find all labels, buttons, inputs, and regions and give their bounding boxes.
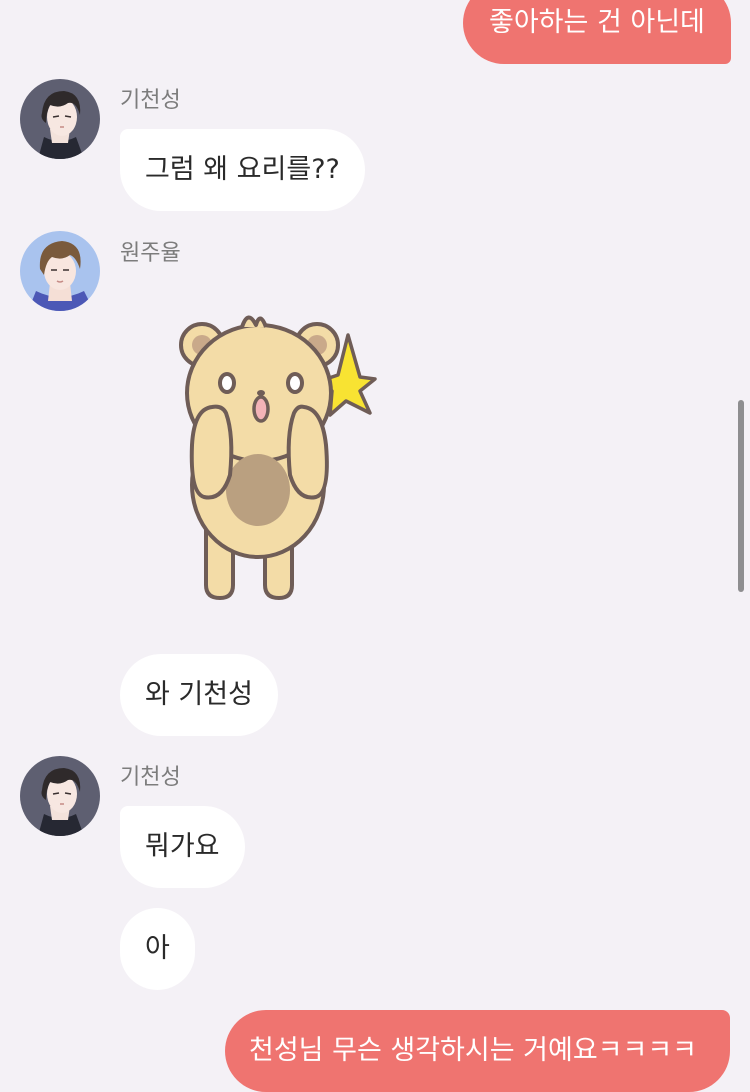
incoming-message-bubble[interactable]: 뭐가요 xyxy=(120,806,245,888)
brown-haired-man-avatar-icon xyxy=(20,231,100,311)
outgoing-message-bubble[interactable]: 천성님 무슨 생각하시는 거예요ㅋㅋㅋㅋ xyxy=(225,1010,730,1092)
sender-avatar[interactable] xyxy=(20,231,100,311)
sender-name: 원주율 xyxy=(120,241,181,266)
scrollbar-thumb[interactable] xyxy=(738,400,744,592)
dark-haired-man-avatar-icon xyxy=(20,756,100,836)
sender-name: 기천성 xyxy=(120,765,181,790)
sender-avatar[interactable] xyxy=(20,79,100,159)
message-text: 아 xyxy=(145,933,170,964)
incoming-message-bubble[interactable]: 와 기천성 xyxy=(120,654,278,736)
surprised-bear-sticker[interactable] xyxy=(170,305,380,605)
bear-sticker-icon xyxy=(179,315,377,600)
chat-message-list[interactable]: 좋아하는 건 아닌데 기천성 그럼 왜 요리를?? 원주율 와 기천성 기천성 … xyxy=(0,0,750,1092)
message-text: 뭐가요 xyxy=(145,831,220,862)
sender-name: 기천성 xyxy=(120,88,181,113)
dark-haired-man-avatar-icon xyxy=(20,79,100,159)
incoming-message-bubble[interactable]: 아 xyxy=(120,908,195,990)
incoming-message-bubble[interactable]: 그럼 왜 요리를?? xyxy=(120,129,365,211)
message-text: 와 기천성 xyxy=(145,679,253,710)
sender-avatar[interactable] xyxy=(20,756,100,836)
message-text: 그럼 왜 요리를?? xyxy=(145,154,340,185)
message-text: 좋아하는 건 아닌데 xyxy=(489,7,705,38)
outgoing-message-bubble[interactable]: 좋아하는 건 아닌데 xyxy=(463,0,731,64)
message-text: 천성님 무슨 생각하시는 거예요ㅋㅋㅋㅋ xyxy=(249,1035,698,1066)
